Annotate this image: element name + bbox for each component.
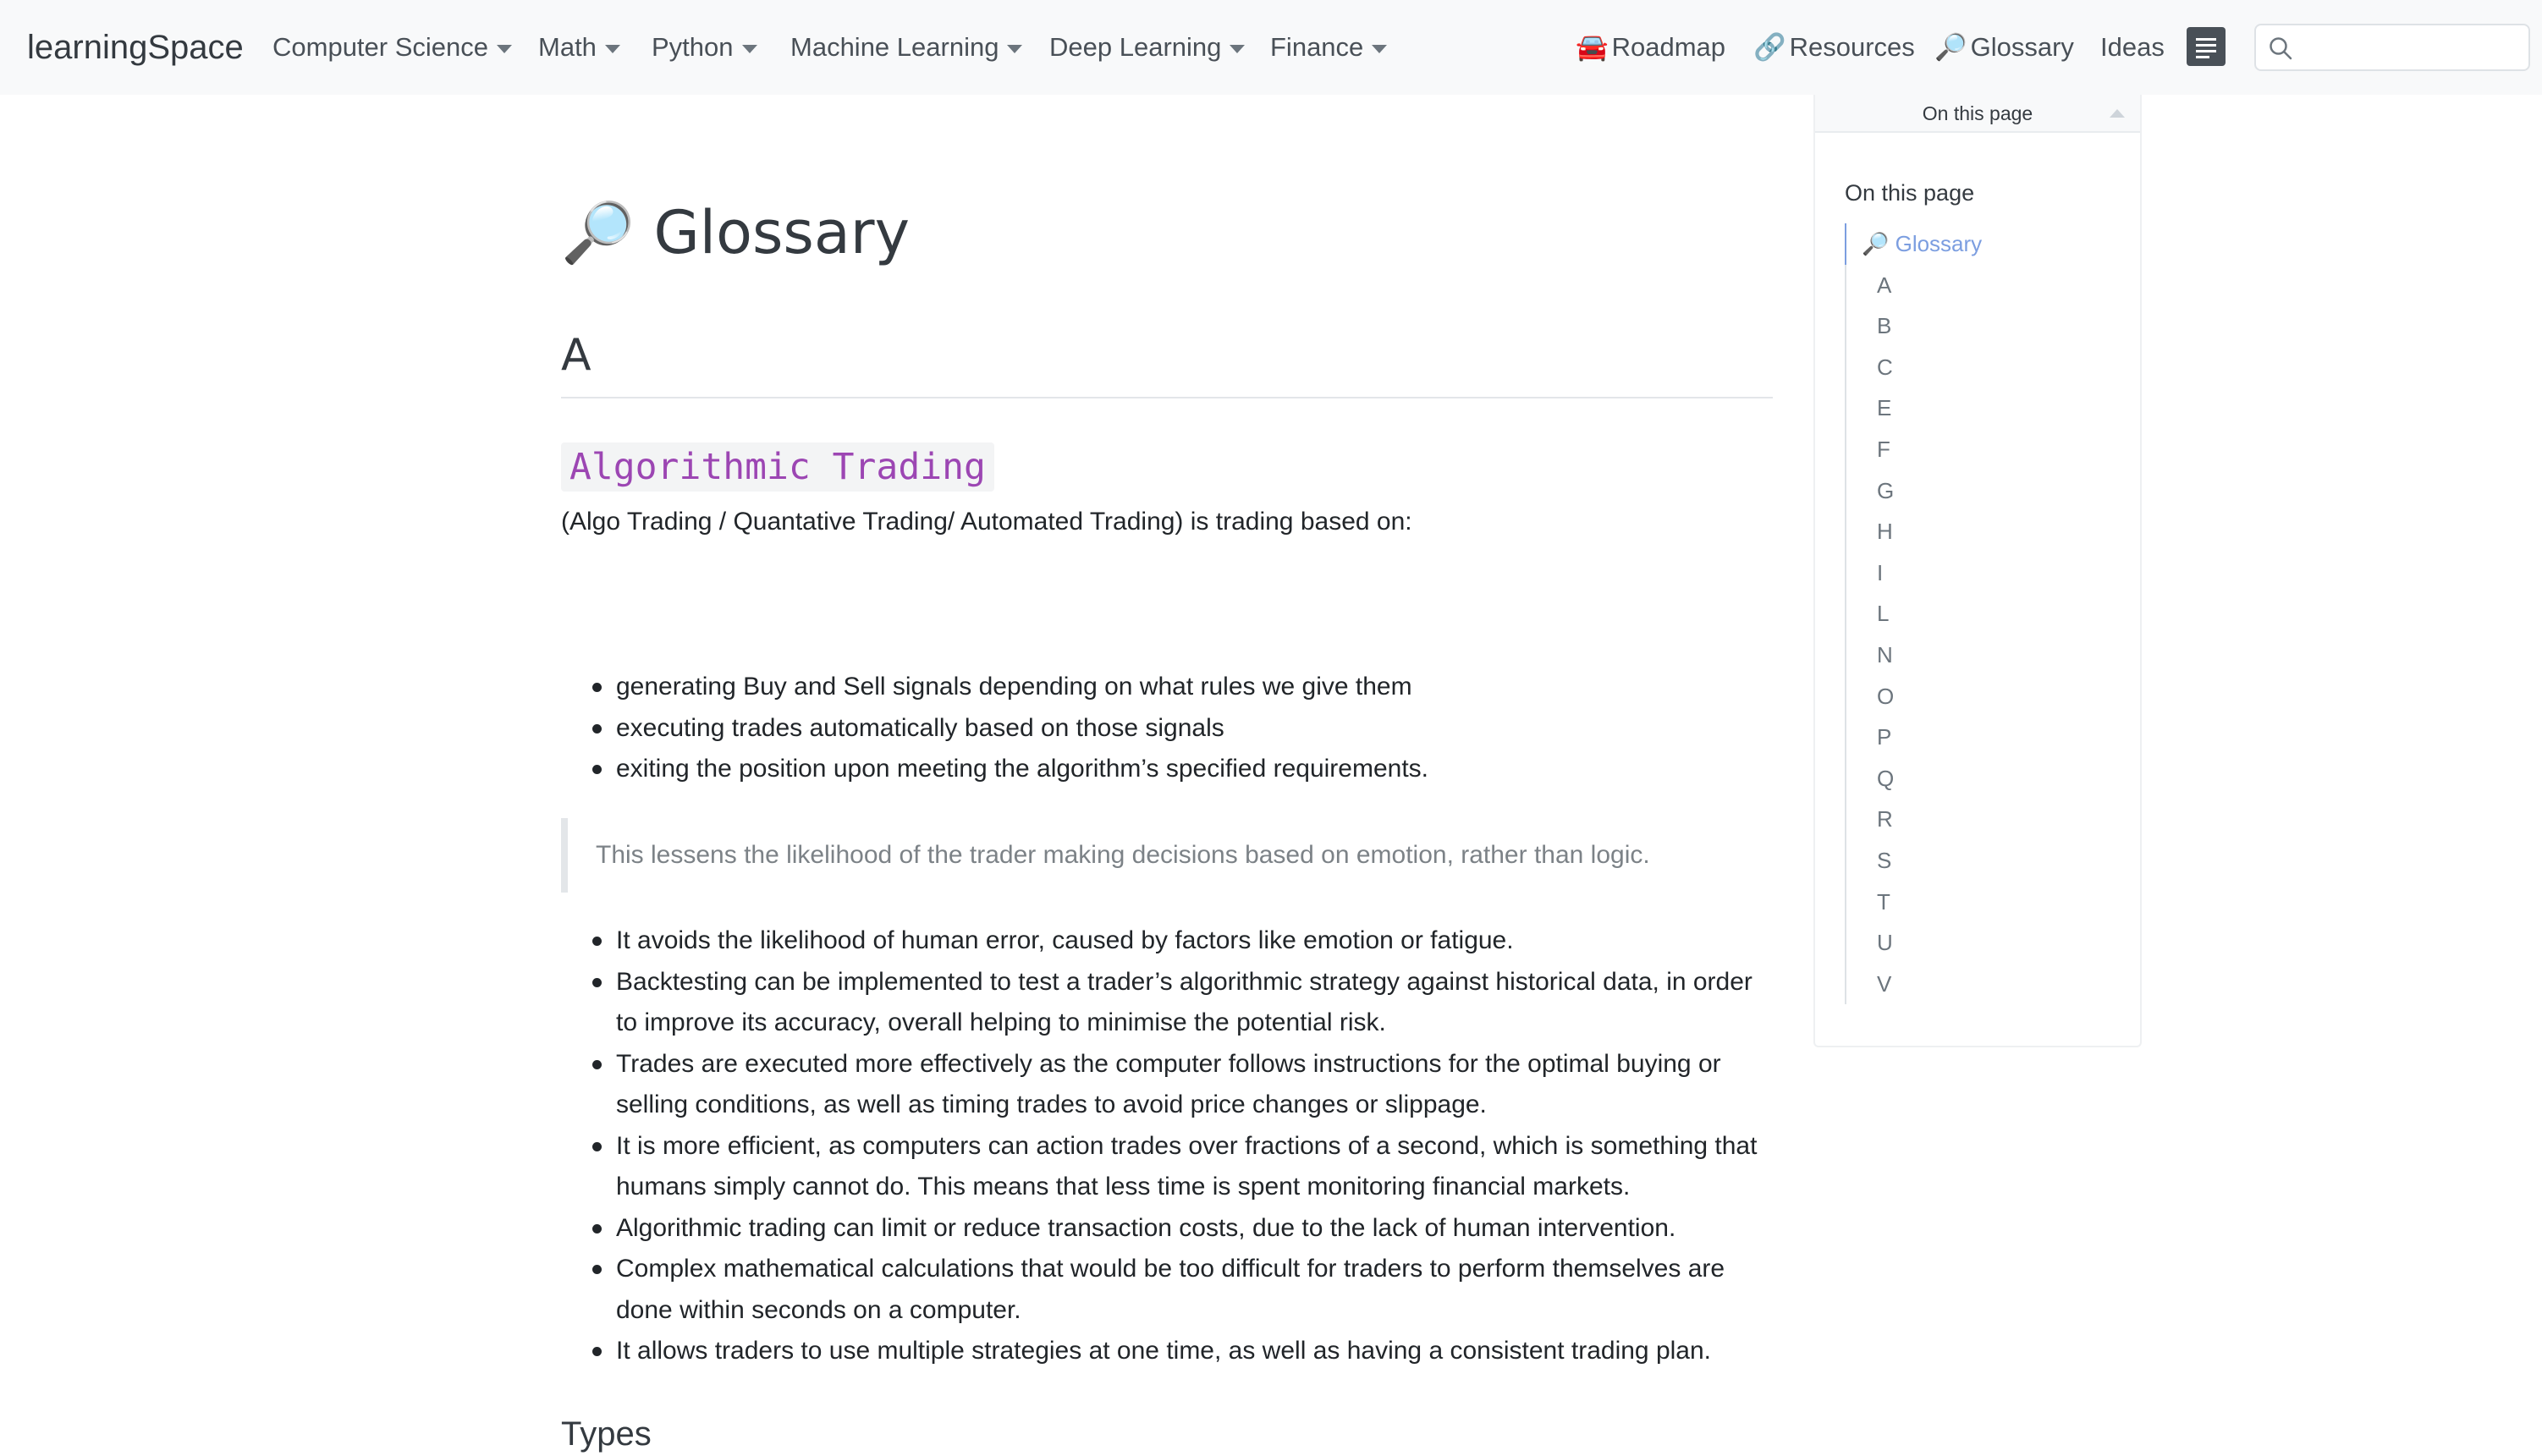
toc-item-f[interactable]: F [1846,429,2116,470]
nav-link-glossary[interactable]: 🔎 Glossary [1934,27,2074,68]
toc-title: On this page [1845,180,1975,206]
magnifier-icon: 🔎 [1934,32,1967,63]
nav-link-label: Glossary [1970,32,2074,62]
list-item: Complex mathematical calculations that w… [561,1249,1773,1331]
nav-link-ideas[interactable]: Ideas [2100,27,2165,68]
toc-list: 🔎 Glossary A B C E F G H I L N O P Q R S T U V [1845,223,2116,1005]
toc-item-u[interactable]: U [1846,922,2116,964]
list-item: It allows traders to use multiple strate… [561,1331,1773,1372]
page-title: 🔎 Glossary [561,195,910,271]
list-icon-line [2196,56,2209,58]
search-input[interactable] [2254,24,2530,71]
nav-menu-label: Python [652,32,734,62]
list-item: generating Buy and Sell signals dependin… [561,667,1773,708]
toc-item-t[interactable]: T [1846,882,2116,923]
toc-item-l[interactable]: L [1846,593,2116,635]
nav-menu-label: Deep Learning [1049,32,1222,62]
nav-menu-python[interactable]: Python [652,27,757,68]
nav-menu-finance[interactable]: Finance [1270,27,1388,68]
list-item: It avoids the likelihood of human error,… [561,920,1773,962]
section-heading-a: A [561,330,591,381]
nav-menu-deep-learning[interactable]: Deep Learning [1049,27,1246,68]
term-intro: (Algo Trading / Quantative Trading/ Auto… [561,508,1412,536]
nav-link-resources[interactable]: 🔗 Resources [1753,27,1915,68]
toc-item-g[interactable]: G [1846,470,2116,512]
toc-header-label: On this page [1922,102,2033,124]
toc-item-glossary[interactable]: 🔎 Glossary [1845,223,2116,265]
benefits-list: It avoids the likelihood of human error,… [561,920,1773,1372]
chevron-down-icon [497,45,513,53]
nav-link-roadmap[interactable]: 🚘 Roadmap [1576,27,1725,68]
list-item: Backtesting can be implemented to test a… [561,962,1773,1044]
toc-item-b[interactable]: B [1846,305,2116,347]
toc-item-e[interactable]: E [1846,387,2116,429]
blockquote: This lessens the likelihood of the trade… [561,818,1773,893]
toc-item-a[interactable]: A [1846,265,2116,306]
list-item: exiting the position upon meeting the al… [561,749,1773,790]
nav-menu-computer-science[interactable]: Computer Science [272,27,513,68]
chevron-down-icon [741,45,757,53]
toc-collapse-header[interactable]: On this page [1815,95,2140,133]
page-title-text: Glossary [653,198,910,267]
signal-list: generating Buy and Sell signals dependin… [561,667,1773,790]
toc-item-o[interactable]: O [1846,676,2116,717]
magnifier-icon: 🔎 [561,198,636,267]
list-icon [2196,38,2216,41]
chevron-down-icon [1230,45,1246,53]
nav-menu-machine-learning[interactable]: Machine Learning [790,27,1023,68]
nav-menu-label: Machine Learning [790,32,999,62]
list-icon-line [2196,50,2216,52]
toc-item-n[interactable]: N [1846,635,2116,676]
toc-item-p[interactable]: P [1846,717,2116,758]
nav-link-label: Resources [1789,32,1915,62]
list-item: executing trades automatically based on … [561,708,1773,750]
toc-sidebar: On this page On this page 🔎 Glossary A B C E… [1813,95,2142,1047]
toc-item-v[interactable]: V [1846,964,2116,1005]
toc-item-s[interactable]: S [1846,840,2116,882]
search-icon [2270,37,2292,60]
nav-menu-label: Finance [1270,32,1364,62]
toc-item-c[interactable]: C [1846,347,2116,388]
toc-item-i[interactable]: I [1846,552,2116,594]
section-divider [561,397,1773,398]
toc-toggle-button[interactable] [2187,27,2226,66]
brand-logo[interactable]: learningSpace [27,24,244,71]
subheading-types: Types [561,1415,652,1453]
nav-menu-math[interactable]: Math [538,27,620,68]
car-icon: 🚘 [1576,32,1609,63]
list-item: It is more efficient, as computers can a… [561,1126,1773,1208]
list-item: Trades are executed more effectively as … [561,1044,1773,1126]
chevron-up-icon [2110,109,2125,118]
chevron-down-icon [1372,45,1388,53]
toc-item-q[interactable]: Q [1846,758,2116,799]
nav-link-label: Roadmap [1611,32,1726,62]
toc-item-h[interactable]: H [1846,511,2116,552]
top-navbar: learningSpace Computer Science Math Pyth… [0,0,2542,95]
toc-item-r[interactable]: R [1846,799,2116,840]
term-heading: Algorithmic Trading [561,442,994,492]
nav-menu-label: Math [538,32,597,62]
chevron-down-icon [1007,45,1023,53]
chevron-down-icon [604,45,620,53]
link-icon: 🔗 [1753,32,1786,63]
nav-link-label: Ideas [2100,32,2165,62]
list-icon-line [2196,44,2216,47]
nav-menu-label: Computer Science [272,32,489,62]
list-item: Algorithmic trading can limit or reduce … [561,1208,1773,1250]
